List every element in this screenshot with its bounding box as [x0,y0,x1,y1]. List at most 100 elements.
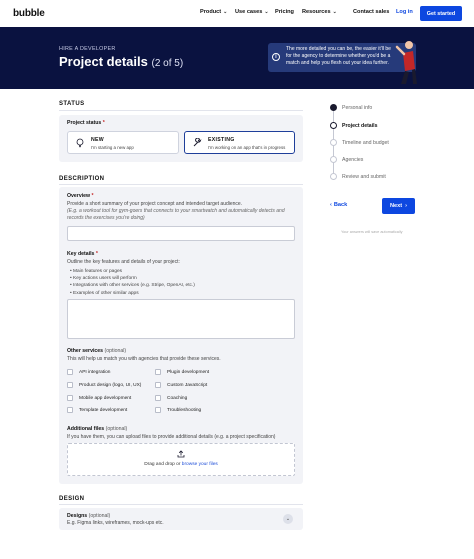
additional-files-label: Additional files (optional) [67,426,127,432]
service-label: Coaching [167,395,188,401]
next-button-label: Next [390,203,403,209]
required-marker: * [95,251,98,257]
step-project-details[interactable]: Project details [342,123,377,129]
step-dot-personal-info [330,104,337,111]
back-button-label: Back [333,202,348,208]
other-services-label-text: Other services [67,348,104,354]
status-divider [59,110,303,111]
step-agencies: Agencies [342,157,364,163]
key-details-label: Key details * [67,251,98,257]
get-started-button[interactable]: Get started [420,6,462,21]
checkbox[interactable] [67,395,73,401]
contact-sales-link[interactable]: Contact sales [353,9,389,15]
description-heading: DESCRIPTION [59,176,105,182]
step-dot-review [330,173,337,180]
design-heading: DESIGN [59,496,85,502]
step-review-submit: Review and submit [342,174,386,180]
hero-note-text: The more detailed you can be, the easier… [286,46,391,66]
designs-accordion[interactable] [59,508,303,530]
chevron-down-icon[interactable]: ⌄ [283,514,293,524]
service-checkbox-troubleshooting[interactable]: Troubleshooting [155,407,201,413]
step-counter: (2 of 5) [151,58,184,69]
key-details-textarea[interactable] [67,299,295,339]
pointing-figure-illustration [395,41,417,84]
project-status-label-text: Project status [67,120,102,126]
status-heading: STATUS [59,101,85,107]
required-marker: * [102,120,105,126]
design-divider [59,504,303,505]
checkbox[interactable] [67,407,73,413]
list-item: Examples of other similar apps [70,290,195,297]
lightbulb-icon [76,138,84,148]
overview-input[interactable] [67,226,295,241]
dropzone-text-prefix: Drag and drop or [144,462,181,467]
chevron-down-icon: ⌄ [332,9,337,15]
status-option-new-title: NEW [91,137,105,143]
step-dot-project-details [330,122,337,129]
file-dropzone[interactable] [67,443,295,476]
required-marker: * [91,193,94,199]
list-item: Main features or pages [70,268,195,275]
dropzone-text: Drag and drop or browse your files [67,462,295,467]
status-option-existing-subtitle: I'm working on an app that's in progress [208,145,286,150]
top-nav: bubble Product ⌄ Use cases ⌄ Pricing Res… [0,0,474,27]
status-option-new[interactable]: NEW I'm starting a new app [67,131,179,154]
list-item: Integrations with other services (e.g. S… [70,282,195,289]
optional-marker: (optional) [88,513,111,519]
key-details-bullets: Main features or pages Key actions users… [70,268,195,297]
nav-pricing-label: Pricing [275,9,294,15]
service-checkbox-plugin[interactable]: Plugin development [155,369,209,375]
hero-eyebrow: HIRE A DEVELOPER [59,46,116,52]
upload-icon [177,450,185,458]
nav-pricing[interactable]: Pricing [275,9,294,15]
service-checkbox-mobile[interactable]: Mobile app development [67,395,131,401]
status-option-existing-title: EXISTING [208,137,235,143]
checkbox[interactable] [155,407,161,413]
overview-label-text: Overview [67,193,91,199]
checkbox[interactable] [155,369,161,375]
service-label: Product design (logo, UI, UX) [79,382,142,388]
checkbox[interactable] [67,369,73,375]
status-option-new-subtitle: I'm starting a new app [91,145,134,150]
service-checkbox-design[interactable]: Product design (logo, UI, UX) [67,382,141,388]
overview-label: Overview * [67,193,94,199]
step-personal-info[interactable]: Personal info [342,105,372,111]
key-details-help: Outline the key features and details of … [67,259,180,265]
next-button[interactable]: Next › [382,198,415,214]
nav-use-cases-label: Use cases [235,9,263,15]
step-dot-timeline [330,139,337,146]
service-checkbox-template[interactable]: Template development [67,407,127,413]
description-divider [59,184,303,185]
nav-use-cases[interactable]: Use cases ⌄ [235,9,269,15]
step-timeline-budget: Timeline and budget [342,140,389,146]
service-checkbox-js[interactable]: Custom JavaScript [155,382,207,388]
overview-example: (E.g. a workout tool for gym-goers that … [67,208,285,221]
chevron-down-icon: ⌄ [264,9,269,15]
service-label: Troubleshooting [167,407,202,413]
page-title: Project details (2 of 5) [59,54,183,69]
chevron-down-icon: ⌄ [223,9,228,15]
key-details-label-text: Key details [67,251,95,257]
service-label: Template development [79,407,128,413]
checkbox[interactable] [155,382,161,388]
service-checkbox-coaching[interactable]: Coaching [155,395,187,401]
nav-product-label: Product [200,9,222,15]
browse-files-link[interactable]: browse your files [182,462,218,467]
bubble-logo[interactable]: bubble [13,8,45,19]
nav-resources-label: Resources [302,9,331,15]
status-option-existing[interactable]: EXISTING I'm working on an app that's in… [184,131,295,154]
nav-resources[interactable]: Resources ⌄ [302,9,337,15]
step-dot-agencies [330,156,337,163]
other-services-help: This will help us match you with agencie… [67,356,221,362]
checkbox[interactable] [67,382,73,388]
autosave-note: Your answers will save automatically [341,230,403,234]
back-button[interactable]: ‹ Back [330,202,347,208]
service-checkbox-api[interactable]: API integration [67,369,110,375]
overview-help: Provide a short summary of your project … [67,201,243,207]
designs-label: Designs (optional) [67,513,110,519]
checkbox[interactable] [155,395,161,401]
nav-product[interactable]: Product ⌄ [200,9,227,15]
other-services-label: Other services (optional) [67,348,126,354]
login-link[interactable]: Log in [396,9,413,15]
chevron-left-icon: ‹ [330,202,332,208]
